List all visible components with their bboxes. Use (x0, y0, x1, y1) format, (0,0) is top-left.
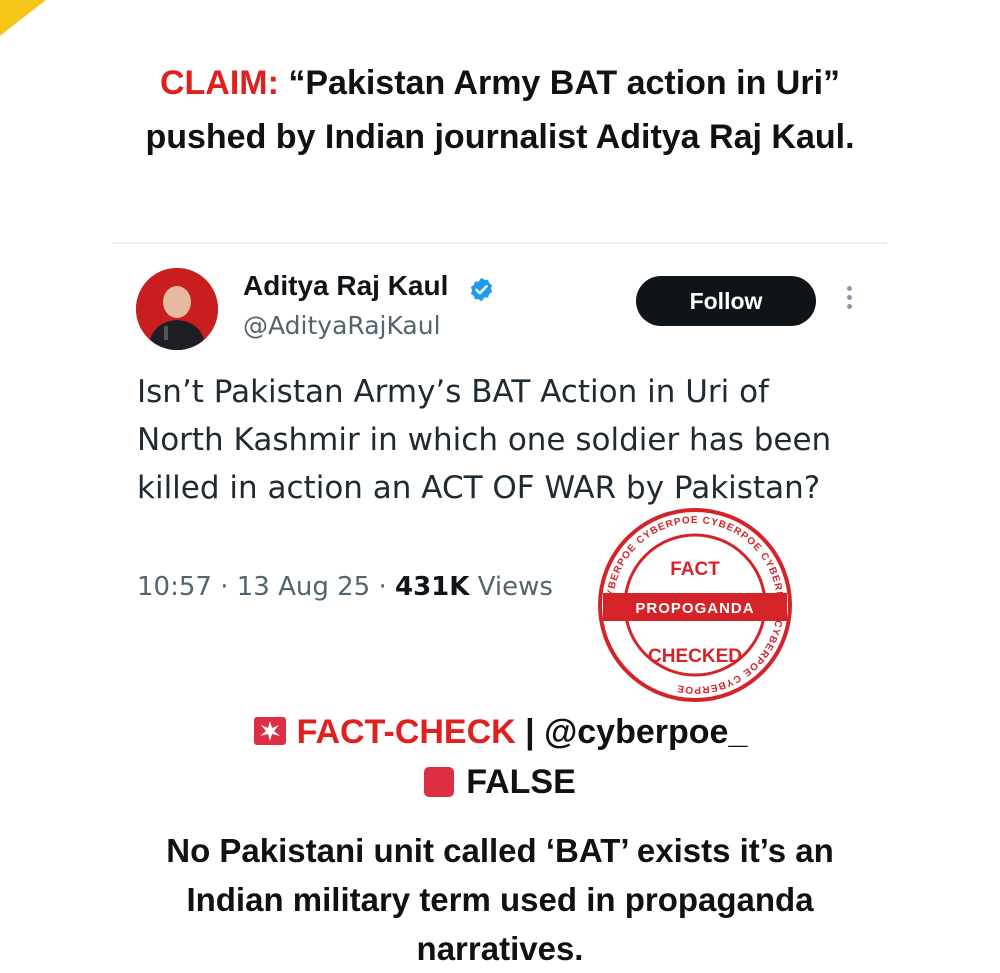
author-name[interactable]: Aditya Raj Kaul (243, 270, 448, 302)
author-handle[interactable]: @AdityaRajKaul (243, 311, 441, 340)
factcheck-source: | @cyberpoe_ (515, 713, 748, 751)
factcheck-label: FACT-CHECK (296, 713, 516, 751)
stamp-band-text: PROPOGANDA (635, 600, 754, 617)
verified-badge-icon (470, 277, 493, 302)
fact-check-stamp: CYBERPOE CYBERPOE CYBERPOE CYBERPOE CYBE… (598, 508, 792, 702)
tweet-time[interactable]: 10:57 (137, 572, 212, 602)
factcheck-line: FACT-CHECK | @cyberpoe_ (0, 712, 1000, 752)
more-options-icon[interactable] (842, 286, 856, 316)
claim-heading: CLAIM: “Pakistan Army BAT action in Uri”… (100, 56, 900, 164)
claim-label: CLAIM: (159, 64, 279, 102)
views-count: 431K (395, 572, 470, 602)
verdict-explanation: No Pakistani unit called ‘BAT’ exists it… (166, 832, 834, 967)
verdict-result: FALSE (466, 763, 576, 801)
stamp-bottom-text: CHECKED (648, 646, 742, 667)
corner-ribbon (0, 0, 73, 47)
verdict-line: FALSE (0, 762, 1000, 802)
tweet-text: Isn’t Pakistan Army’s BAT Action in Uri … (137, 374, 832, 506)
views-label: Views (477, 572, 553, 602)
tweet-meta: 10:57 · 13 Aug 25 · 431K Views (137, 572, 553, 602)
stamp-top-text: FACT (670, 559, 720, 580)
tweet-date[interactable]: 13 Aug 25 (237, 572, 370, 602)
police-light-icon (253, 717, 286, 745)
follow-button[interactable]: Follow (636, 276, 816, 326)
red-square-icon (424, 767, 455, 797)
avatar[interactable] (136, 268, 218, 350)
divider (112, 242, 887, 244)
